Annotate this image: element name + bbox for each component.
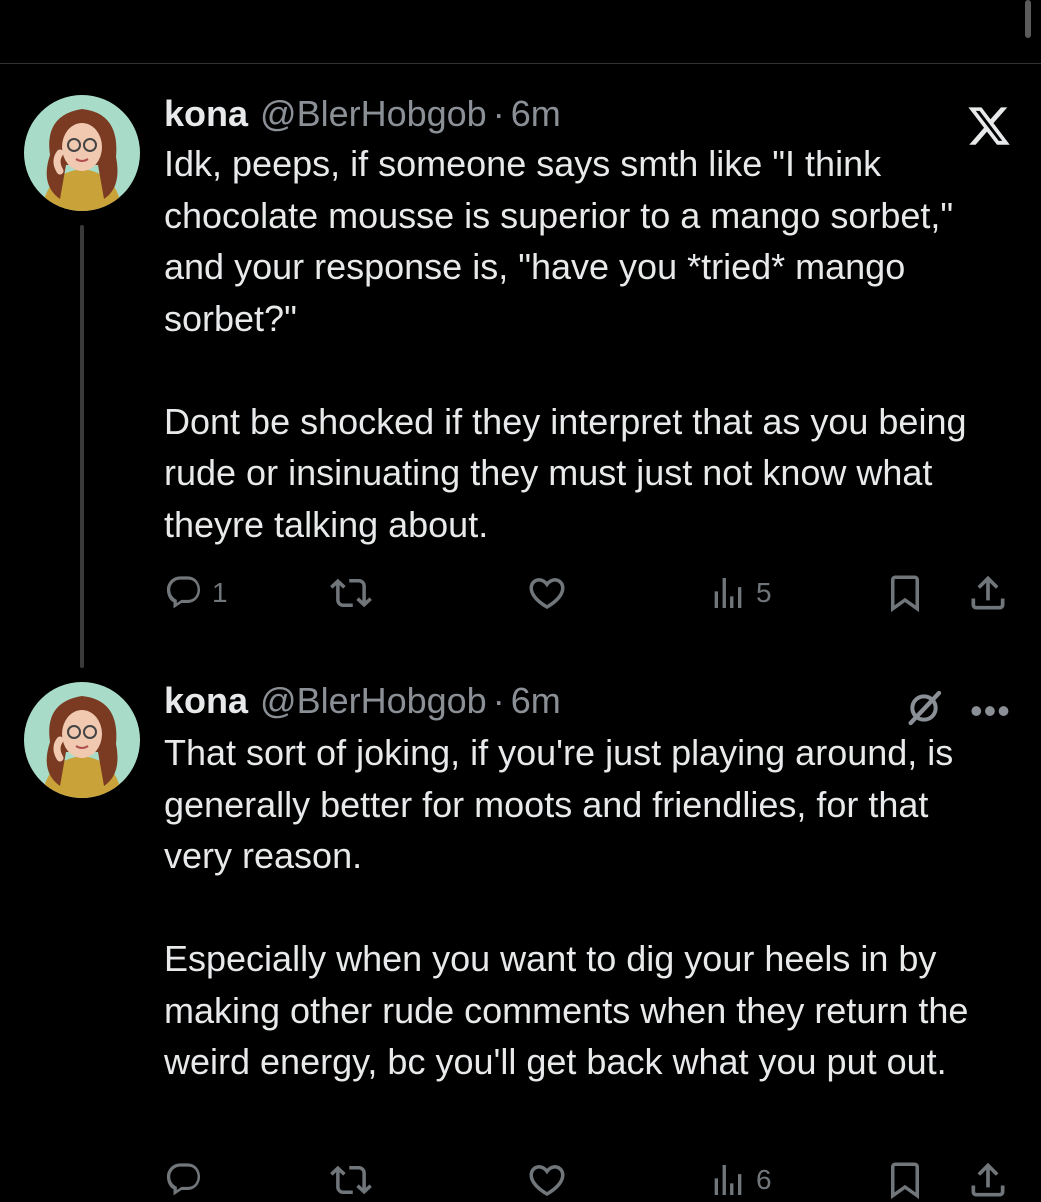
tweet-paragraph: That sort of joking, if you're just play… [164, 732, 954, 876]
tweet-header: kona @BlerHobgob · 6m [164, 680, 561, 722]
reply-icon [164, 1160, 204, 1200]
bookmark-icon [884, 1159, 926, 1201]
more-options-button[interactable]: ••• [970, 690, 1011, 732]
tweet-text: Idk, peeps, if someone says smth like "I… [164, 138, 1004, 550]
timestamp[interactable]: 6m [511, 680, 561, 722]
tweet-paragraph: Idk, peeps, if someone says smth like "I… [164, 143, 954, 339]
reply-button[interactable] [164, 1158, 212, 1202]
bookmark-icon [884, 572, 926, 614]
like-button[interactable] [526, 1158, 568, 1202]
action-bar: 1 5 [0, 571, 1041, 615]
avatar[interactable] [24, 95, 140, 211]
tweet-paragraph: Dont be shocked if they interpret that a… [164, 400, 967, 545]
scrollbar-thumb[interactable] [1025, 0, 1031, 38]
bookmark-button[interactable] [884, 1158, 926, 1202]
like-icon [526, 1159, 568, 1201]
separator-dot: · [492, 93, 505, 134]
tweet-header: kona @BlerHobgob · 6m [164, 93, 561, 135]
display-name[interactable]: kona [164, 680, 248, 722]
retweet-button[interactable] [330, 571, 372, 615]
share-button[interactable] [966, 1158, 1010, 1202]
share-icon [966, 1158, 1010, 1202]
bookmark-button[interactable] [884, 571, 926, 615]
reply-icon [164, 573, 204, 613]
user-handle[interactable]: @BlerHobgob [260, 680, 487, 722]
tweet-paragraph: Especially when you want to dig your hee… [164, 938, 969, 1082]
user-handle[interactable]: @BlerHobgob [260, 93, 487, 135]
views-button[interactable]: 5 [708, 571, 772, 615]
action-bar: 6 [0, 1158, 1041, 1202]
share-icon [966, 571, 1010, 615]
separator-dot: · [492, 680, 505, 721]
timestamp[interactable]: 6m [511, 93, 561, 135]
retweet-icon [330, 572, 372, 614]
display-name[interactable]: kona [164, 93, 248, 135]
views-icon [708, 1160, 748, 1200]
like-icon [526, 572, 568, 614]
views-button[interactable]: 6 [708, 1158, 772, 1202]
tweet-text: That sort of joking, if you're just play… [164, 727, 1004, 1088]
reply-count: 1 [212, 577, 228, 608]
views-count: 5 [756, 577, 772, 608]
share-button[interactable] [966, 571, 1010, 615]
like-button[interactable] [526, 571, 568, 615]
views-icon [708, 573, 748, 613]
retweet-icon [330, 1159, 372, 1201]
views-count: 6 [756, 1164, 772, 1195]
reply-button[interactable]: 1 [164, 571, 228, 615]
retweet-button[interactable] [330, 1158, 372, 1202]
top-divider [0, 63, 1041, 64]
avatar[interactable] [24, 682, 140, 798]
